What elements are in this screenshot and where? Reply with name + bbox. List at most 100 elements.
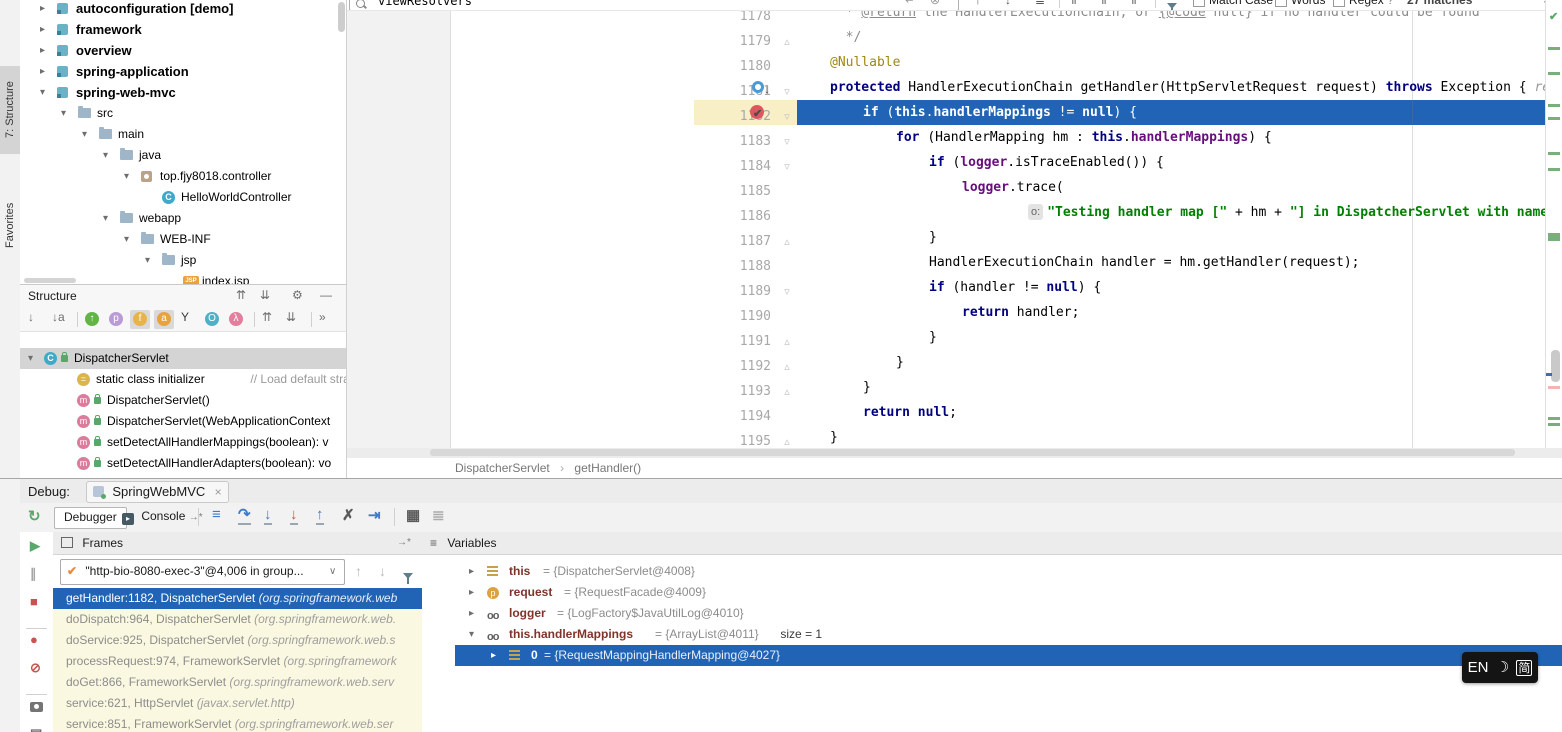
breadcrumb-method[interactable]: getHandler(): [574, 461, 641, 475]
code-line[interactable]: 1188HandlerExecutionChain handler = hm.g…: [694, 250, 1562, 275]
layout-settings-icon[interactable]: ≣: [432, 506, 445, 524]
structure-tree-item[interactable]: mDispatcherServlet(WebApplicationContext: [20, 411, 347, 432]
words-checkbox[interactable]: [1275, 0, 1287, 7]
breadcrumb-class[interactable]: DispatcherServlet: [455, 461, 550, 475]
code-line[interactable]: 1193▵}: [694, 375, 1562, 400]
project-tree-item[interactable]: ▾spring-web-mvc: [20, 82, 347, 103]
step-into-icon[interactable]: ↓: [264, 506, 272, 525]
sort-by-visibility-icon[interactable]: ↓: [28, 310, 34, 324]
chevron-right-icon[interactable]: ▸: [40, 19, 52, 40]
error-stripe[interactable]: ✔: [1545, 0, 1562, 448]
structure-tree-item[interactable]: msetDetectAllHandlerMappings(boolean): v: [20, 432, 347, 453]
structure-tree-item[interactable]: =static class initializer// Load default…: [20, 369, 347, 390]
code-line[interactable]: 1182▿✔if (this.handlerMappings != null) …: [694, 100, 1562, 125]
debug-session-tab[interactable]: SpringWebMVC ×: [86, 481, 229, 503]
more-icon[interactable]: »: [319, 310, 326, 324]
code-line[interactable]: 1187▵}: [694, 225, 1562, 250]
step-over-icon[interactable]: ↷: [238, 506, 251, 525]
words-label[interactable]: Words: [1291, 0, 1325, 7]
project-tree-item[interactable]: ▸autoconfiguration [demo]: [20, 0, 347, 19]
variable-row[interactable]: ▸oologger= {LogFactory$JavaUtilLog@4010}: [455, 603, 1562, 624]
pause-icon[interactable]: ∥: [30, 566, 37, 582]
run-to-cursor-icon[interactable]: ⇥: [368, 506, 381, 524]
variable-row[interactable]: ▸prequest= {RequestFacade@4009}: [455, 582, 1562, 603]
structure-tree-item[interactable]: ▾CDispatcherServlet: [20, 348, 347, 369]
code-line[interactable]: 1180@Nullable: [694, 50, 1562, 75]
expand-all-icon[interactable]: ⇈: [262, 310, 272, 324]
frame-up-icon[interactable]: ↑: [355, 563, 362, 579]
show-fields-icon[interactable]: f: [133, 312, 147, 326]
project-tree-item[interactable]: ▾java: [20, 145, 347, 166]
project-tree-item[interactable]: ▾webapp: [20, 208, 347, 229]
editor-vertical-scrollbar[interactable]: [1551, 350, 1560, 382]
frame-row[interactable]: service:851, FrameworkServlet (org.sprin…: [53, 714, 422, 732]
next-occurrence-icon[interactable]: ↓: [1005, 0, 1011, 7]
execution-point-icon[interactable]: [752, 81, 764, 93]
chevron-right-icon[interactable]: ▸: [469, 582, 474, 603]
sidebar-item-favorites[interactable]: Favorites: [0, 176, 20, 256]
chevron-down-icon[interactable]: ▾: [103, 145, 115, 166]
frame-row[interactable]: service:621, HttpServlet (javax.servlet.…: [53, 693, 422, 714]
tab-console[interactable]: ▸ Console →*: [116, 507, 209, 527]
chevron-down-icon[interactable]: ▾: [124, 166, 136, 187]
chevron-right-icon[interactable]: ▸: [469, 561, 474, 582]
hide-frames-filter-icon[interactable]: [403, 573, 413, 579]
code-line[interactable]: 1184▿if (logger.isTraceEnabled()) {: [694, 150, 1562, 175]
evaluate-expression-icon[interactable]: ▦: [406, 506, 420, 524]
code-line[interactable]: 1194return null;: [694, 400, 1562, 425]
frame-row[interactable]: doService:925, DispatcherServlet (org.sp…: [53, 630, 422, 651]
code-line[interactable]: 1185logger.trace(: [694, 175, 1562, 200]
clear-search-icon[interactable]: ⊗: [930, 0, 940, 7]
show-non-public-icon[interactable]: a: [157, 312, 171, 326]
camera-icon[interactable]: [30, 702, 43, 712]
find-all-icon[interactable]: ≣: [1035, 0, 1045, 7]
code-line[interactable]: 1195▵}: [694, 425, 1562, 450]
chevron-right-icon[interactable]: ▸: [469, 603, 474, 624]
regex-help-icon[interactable]: ?: [1387, 0, 1394, 7]
collapse-all-icon[interactable]: ⇊: [260, 288, 270, 302]
structure-tree-item[interactable]: msetDetectAllHandlerAdapters(boolean): v…: [20, 453, 347, 474]
in-literals-icon[interactable]: Ⅱ: [1131, 0, 1137, 7]
project-tree-item[interactable]: ▾src: [20, 103, 347, 124]
frame-row[interactable]: doDispatch:964, DispatcherServlet (org.s…: [53, 609, 422, 630]
code-line[interactable]: 1183▿for (HandlerMapping hm : this.handl…: [694, 125, 1562, 150]
show-execution-point-icon[interactable]: ≡: [212, 506, 221, 523]
chevron-down-icon[interactable]: ▾: [103, 208, 115, 229]
frame-row[interactable]: getHandler:1182, DispatcherServlet (org.…: [53, 588, 422, 609]
variable-row[interactable]: ▸0= {RequestMappingHandlerMapping@4027}: [455, 645, 1562, 666]
code-line[interactable]: 1186o:"Testing handler map [" + hm + "] …: [694, 200, 1562, 225]
code-line[interactable]: 1181▿↓protected HandlerExecutionChain ge…: [694, 75, 1562, 100]
resume-icon[interactable]: ▶: [30, 538, 40, 554]
gear-icon[interactable]: ⚙: [292, 288, 303, 302]
mute-breakpoints-icon[interactable]: ⊘: [30, 660, 41, 676]
code-line[interactable]: 1190return handler;: [694, 300, 1562, 325]
drop-frame-icon[interactable]: ✗: [342, 506, 355, 524]
frame-row[interactable]: processRequest:974, FrameworkServlet (or…: [53, 651, 422, 672]
show-inherited-icon[interactable]: ↑: [85, 312, 99, 326]
project-horizontal-scrollbar[interactable]: [24, 278, 76, 283]
prev-occurrence-icon[interactable]: ↑: [975, 0, 981, 7]
project-tree-item[interactable]: ▸framework: [20, 19, 347, 40]
debug-session-name[interactable]: SpringWebMVC: [112, 484, 205, 499]
frames-pin-icon[interactable]: →*: [397, 532, 411, 554]
project-tree-item[interactable]: ▸overview: [20, 40, 347, 61]
project-tree-item[interactable]: ▸spring-application: [20, 61, 347, 82]
chevron-right-icon[interactable]: ▸: [40, 40, 52, 61]
show-objects-icon[interactable]: O: [205, 312, 219, 326]
sidebar-item-structure[interactable]: 7: Structure: [0, 66, 20, 154]
code-area[interactable]: 1178 * @return the HandlerExecutionChain…: [347, 0, 1562, 448]
chevron-down-icon[interactable]: ▾: [61, 103, 73, 124]
project-tree-item[interactable]: CHelloWorldController: [20, 187, 347, 208]
hamburger-icon[interactable]: ≡: [430, 536, 437, 550]
regex-checkbox[interactable]: [1333, 0, 1345, 7]
code-line[interactable]: 1191▵}: [694, 325, 1562, 350]
project-tree-item[interactable]: ▾top.fjy8018.controller: [20, 166, 347, 187]
chevron-down-icon[interactable]: ▾: [40, 82, 52, 103]
search-input[interactable]: viewResolvers ↵ ⊗: [349, 0, 959, 11]
newline-icon[interactable]: ↵: [905, 0, 915, 7]
breakpoint-icon[interactable]: ✔: [750, 105, 764, 119]
collapse-all-icon[interactable]: ⇊: [286, 310, 296, 324]
regex-label[interactable]: Regex: [1349, 0, 1384, 7]
merge-icon[interactable]: Y: [181, 310, 189, 324]
chevron-down-icon[interactable]: ▾: [469, 624, 474, 645]
